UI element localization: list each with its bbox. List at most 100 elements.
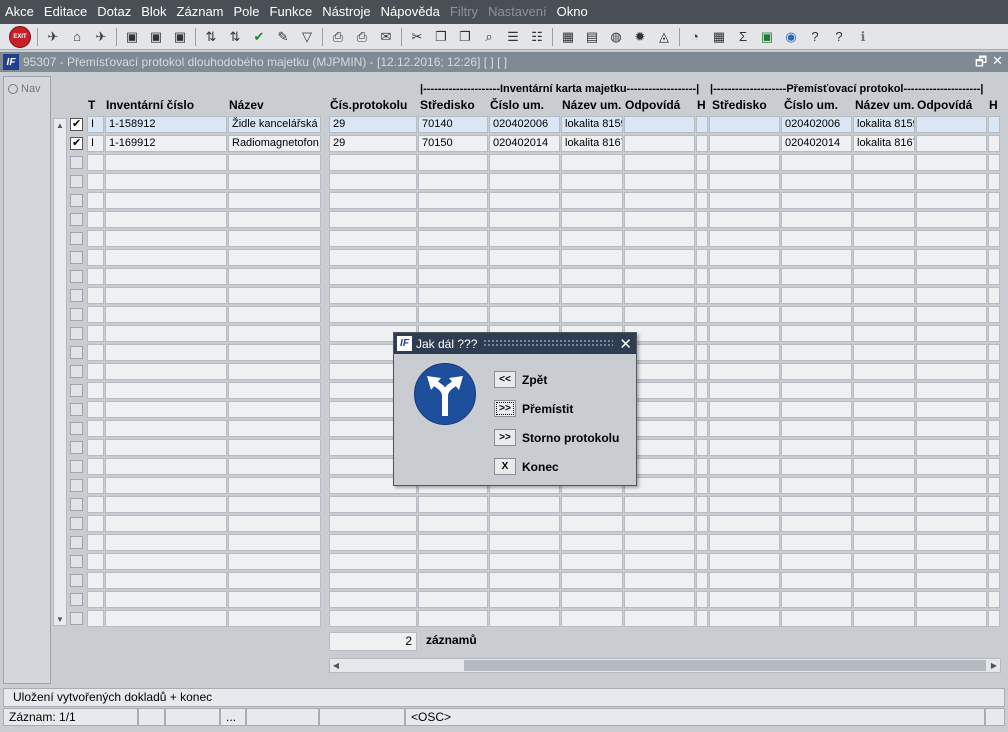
cell-h2[interactable] [988, 268, 1000, 285]
cell-odpovida2[interactable] [916, 135, 987, 152]
cell-t[interactable] [87, 192, 104, 209]
cell-cislo-um1[interactable]: 020402006 [489, 116, 560, 133]
cell-nazev-um1[interactable]: lokalita 8167 [561, 135, 623, 152]
table-icon[interactable]: ▦ [710, 28, 728, 46]
cell-h1[interactable] [696, 420, 708, 437]
cell-h1[interactable] [696, 230, 708, 247]
cell-odpovida2[interactable] [916, 287, 987, 304]
cell-nazev[interactable] [228, 553, 321, 570]
cell-nazev-um2[interactable] [853, 230, 915, 247]
row-checkbox[interactable] [70, 384, 83, 397]
cell-nazev[interactable] [228, 515, 321, 532]
cell-cis-protokolu[interactable] [329, 192, 417, 209]
cell-nazev-um1[interactable] [561, 591, 623, 608]
cell-cislo-um1[interactable] [489, 515, 560, 532]
cell-h1[interactable] [696, 515, 708, 532]
row-checkbox[interactable] [70, 194, 83, 207]
cell-stredisko2[interactable] [709, 572, 780, 589]
cell-h2[interactable] [988, 344, 1000, 361]
cell-stredisko1[interactable] [418, 268, 488, 285]
cell-t[interactable]: I [87, 116, 104, 133]
cell-stredisko2[interactable] [709, 458, 780, 475]
cell-stredisko1[interactable]: 70140 [418, 116, 488, 133]
cell-nazev-um1[interactable] [561, 211, 623, 228]
cell-stredisko1[interactable] [418, 591, 488, 608]
cell-nazev[interactable]: Židle kancelářská [228, 116, 321, 133]
cell-odpovida1[interactable] [624, 211, 695, 228]
cell-cislo-um2[interactable] [781, 553, 852, 570]
cell-h2[interactable] [988, 553, 1000, 570]
cell-nazev-um2[interactable] [853, 515, 915, 532]
cell-nazev-um2[interactable] [853, 420, 915, 437]
cell-cislo-um1[interactable] [489, 534, 560, 551]
cell-nazev[interactable] [228, 382, 321, 399]
row-checkbox[interactable] [70, 232, 83, 245]
cell-inv-cislo[interactable] [105, 553, 227, 570]
cell-cislo-um2[interactable] [781, 154, 852, 171]
tree-icon[interactable]: ☷ [528, 28, 546, 46]
cell-odpovida2[interactable] [916, 534, 987, 551]
cell-t[interactable] [87, 287, 104, 304]
cell-t[interactable] [87, 268, 104, 285]
find-icon[interactable]: ⌕ [480, 28, 498, 46]
cell-cislo-um1[interactable] [489, 249, 560, 266]
cell-stredisko2[interactable] [709, 230, 780, 247]
settings-icon[interactable]: ✹ [631, 28, 649, 46]
cell-nazev-um1[interactable] [561, 154, 623, 171]
cell-cislo-um2[interactable] [781, 249, 852, 266]
cell-cislo-um2[interactable] [781, 230, 852, 247]
cell-cislo-um1[interactable] [489, 572, 560, 589]
print-setup-icon[interactable]: ⎙ [353, 28, 371, 46]
row-checkbox[interactable] [70, 403, 83, 416]
chart-icon[interactable]: ◔ [686, 28, 704, 46]
cell-odpovida1[interactable] [624, 515, 695, 532]
cell-odpovida2[interactable] [916, 306, 987, 323]
cell-nazev[interactable] [228, 610, 321, 627]
cell-odpovida2[interactable] [916, 344, 987, 361]
menu-zaznam[interactable]: Záznam [172, 0, 229, 24]
cell-t[interactable] [87, 572, 104, 589]
cell-inv-cislo[interactable] [105, 401, 227, 418]
cell-nazev-um2[interactable] [853, 287, 915, 304]
cell-odpovida1[interactable] [624, 572, 695, 589]
cell-cis-protokolu[interactable] [329, 230, 417, 247]
scroll-down-icon[interactable]: ▼ [54, 613, 66, 625]
cell-cislo-um2[interactable] [781, 173, 852, 190]
row-checkbox[interactable] [70, 555, 83, 568]
cell-h2[interactable] [988, 477, 1000, 494]
cell-nazev-um2[interactable] [853, 610, 915, 627]
cell-cis-protokolu[interactable] [329, 572, 417, 589]
cell-cislo-um1[interactable] [489, 496, 560, 513]
cell-nazev[interactable] [228, 306, 321, 323]
cell-stredisko1[interactable] [418, 211, 488, 228]
cell-t[interactable] [87, 325, 104, 342]
cell-cis-protokolu[interactable] [329, 515, 417, 532]
cut-icon[interactable]: ✂ [408, 28, 426, 46]
cell-nazev-um1[interactable] [561, 249, 623, 266]
cell-odpovida2[interactable] [916, 268, 987, 285]
cell-nazev[interactable] [228, 458, 321, 475]
cell-cis-protokolu[interactable] [329, 534, 417, 551]
cell-cis-protokolu[interactable] [329, 306, 417, 323]
cell-stredisko2[interactable] [709, 325, 780, 342]
cell-t[interactable] [87, 534, 104, 551]
row-checkbox[interactable] [70, 289, 83, 302]
copy-icon[interactable]: ❐ [432, 28, 450, 46]
cell-odpovida2[interactable] [916, 363, 987, 380]
cell-h2[interactable] [988, 249, 1000, 266]
cell-odpovida1[interactable] [624, 192, 695, 209]
cell-h1[interactable] [696, 591, 708, 608]
calculator-icon[interactable]: ▦ [559, 28, 577, 46]
cell-inv-cislo[interactable] [105, 268, 227, 285]
cell-inv-cislo[interactable] [105, 344, 227, 361]
cell-stredisko2[interactable] [709, 344, 780, 361]
cell-cislo-um2[interactable] [781, 268, 852, 285]
cell-cislo-um1[interactable] [489, 553, 560, 570]
cell-inv-cislo[interactable]: 1-158912 [105, 116, 227, 133]
cell-cis-protokolu[interactable] [329, 496, 417, 513]
cancel-icon[interactable]: ✈ [92, 28, 110, 46]
cell-h1[interactable] [696, 325, 708, 342]
cell-odpovida2[interactable] [916, 477, 987, 494]
cell-odpovida2[interactable] [916, 382, 987, 399]
cell-h1[interactable] [696, 496, 708, 513]
